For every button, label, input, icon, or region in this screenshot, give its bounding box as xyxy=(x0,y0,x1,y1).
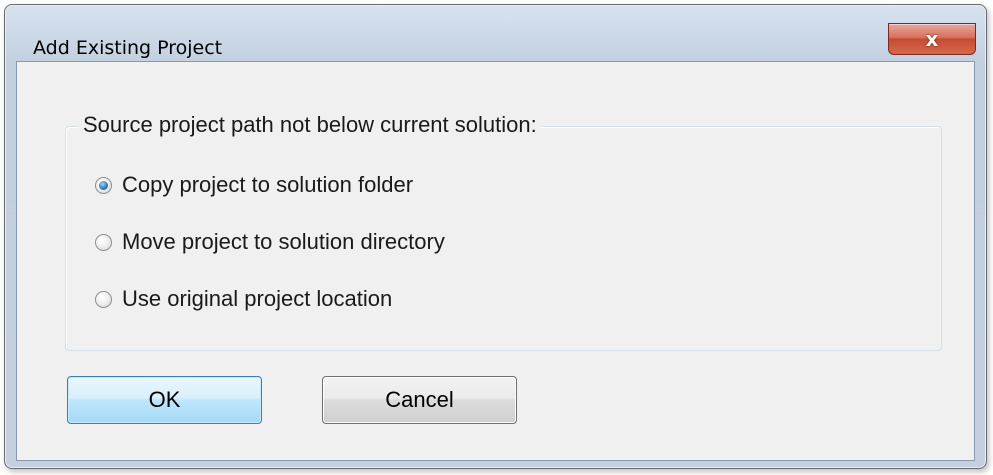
radio-button-checked-icon[interactable] xyxy=(95,176,112,194)
window-title: Add Existing Project xyxy=(33,37,223,59)
title-bar[interactable]: Add Existing Project x xyxy=(5,5,986,61)
radio-button-icon[interactable] xyxy=(95,233,112,251)
dialog-window: Add Existing Project x Source project pa… xyxy=(4,4,987,469)
radio-copy-project[interactable]: Copy project to solution folder xyxy=(95,170,413,200)
groupbox-legend: Source project path not below current so… xyxy=(79,112,541,138)
radio-label-copy-project: Copy project to solution folder xyxy=(122,172,414,197)
radio-label-use-original: Use original project location xyxy=(122,286,393,311)
radio-use-original[interactable]: Use original project location xyxy=(95,284,392,314)
close-button[interactable]: x xyxy=(888,23,976,55)
dialog-client-area: Source project path not below current so… xyxy=(16,61,975,461)
radio-button-icon[interactable] xyxy=(95,290,112,308)
ok-button[interactable]: OK xyxy=(67,376,262,424)
cancel-button[interactable]: Cancel xyxy=(322,376,517,424)
close-icon: x xyxy=(925,27,939,51)
radio-move-project[interactable]: Move project to solution directory xyxy=(95,227,445,257)
radio-label-move-project: Move project to solution directory xyxy=(122,229,445,254)
